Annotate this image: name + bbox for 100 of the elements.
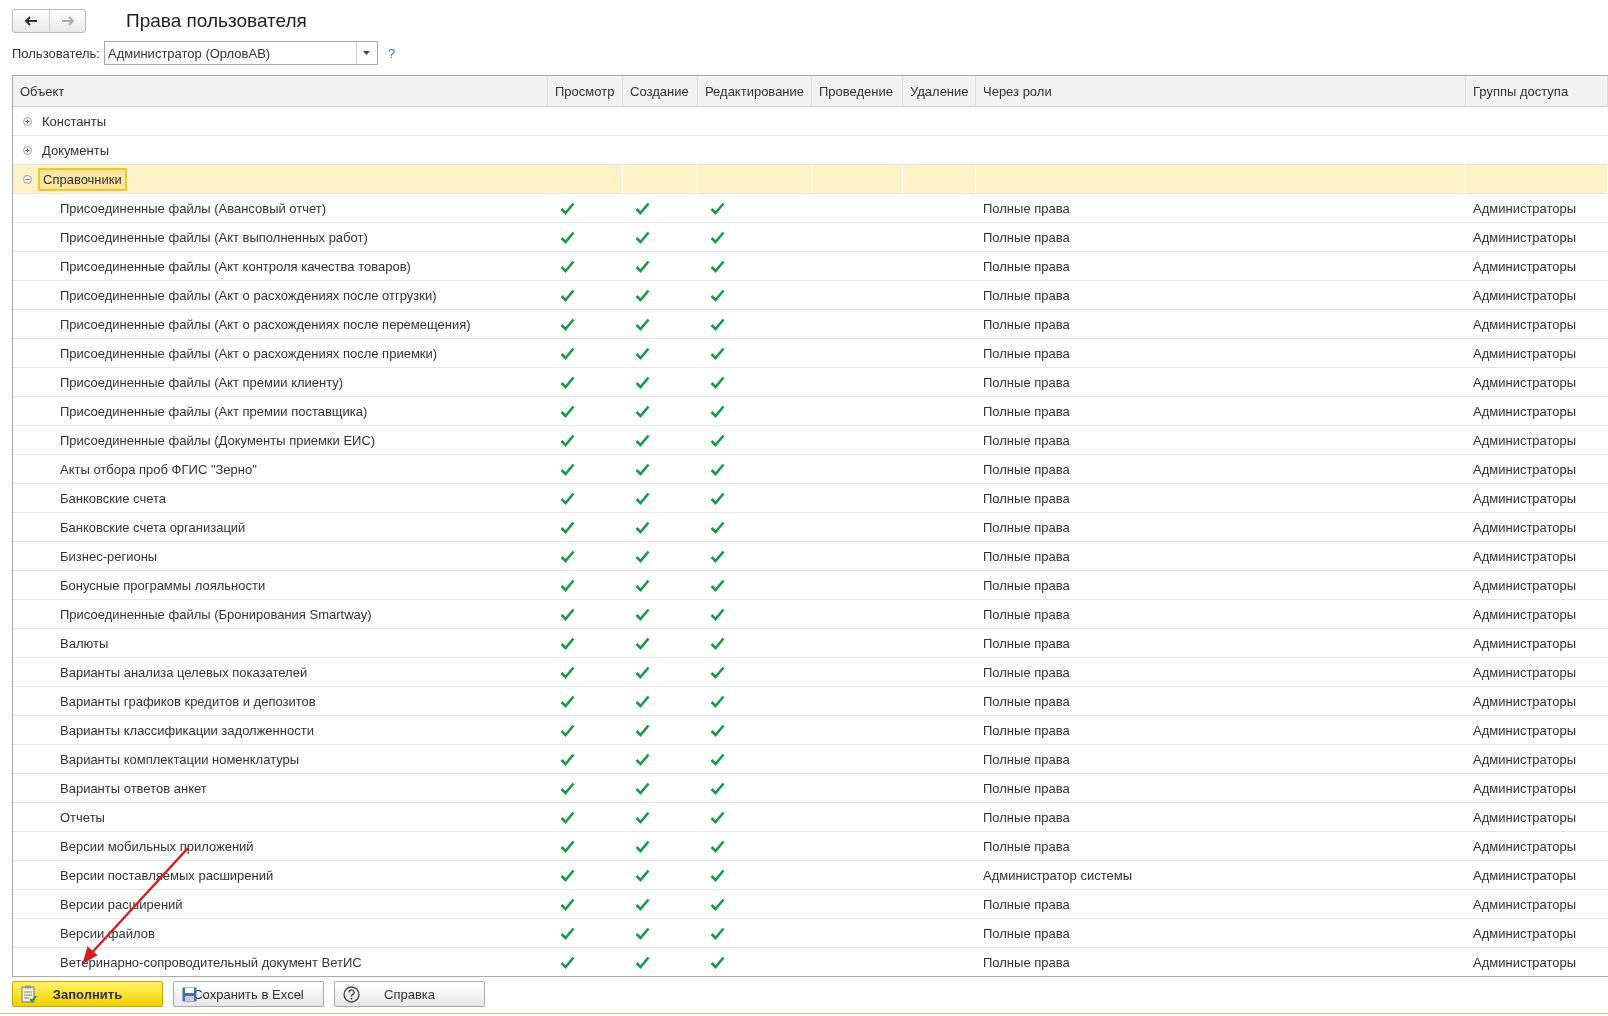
check-icon xyxy=(635,607,650,621)
check-icon xyxy=(710,723,725,737)
object-cell-text: Присоединенные файлы (Акт контроля качества товаров) xyxy=(59,257,412,276)
check-icon xyxy=(710,868,725,882)
check-icon xyxy=(560,839,575,853)
check-icon xyxy=(560,926,575,940)
roles-cell-text: Полные права xyxy=(982,547,1071,566)
check-icon xyxy=(635,868,650,882)
access-group-cell-text: Администраторы xyxy=(1472,460,1578,479)
check-icon xyxy=(710,636,725,650)
column-header[interactable]: Через роли xyxy=(976,76,1466,106)
access-group-cell-text: Администраторы xyxy=(1472,344,1578,363)
check-icon xyxy=(560,549,575,563)
help-link[interactable]: ? xyxy=(388,45,396,61)
check-icon xyxy=(635,781,650,795)
check-icon xyxy=(710,781,725,795)
object-cell-text: Валюты xyxy=(59,634,110,653)
check-icon xyxy=(635,694,650,708)
access-group-cell-text: Администраторы xyxy=(1472,924,1578,943)
access-group-cell-text: Администраторы xyxy=(1472,373,1578,392)
check-icon xyxy=(710,520,725,534)
check-icon xyxy=(560,636,575,650)
check-icon xyxy=(560,288,575,302)
access-group-cell-text: Администраторы xyxy=(1472,895,1578,914)
check-icon xyxy=(710,230,725,244)
check-icon xyxy=(635,346,650,360)
check-icon xyxy=(635,665,650,679)
column-header[interactable]: Просмотр xyxy=(548,76,623,106)
object-cell-text: Присоединенные файлы (Бронирования Smartway) xyxy=(59,605,373,624)
check-icon xyxy=(635,462,650,476)
tree-group[interactable]: Справочники xyxy=(38,167,127,191)
roles-cell-text: Полные права xyxy=(982,750,1071,769)
tree-group[interactable]: Документы xyxy=(38,139,113,161)
roles-cell-text: Полные права xyxy=(982,431,1071,450)
check-icon xyxy=(710,955,725,969)
column-header[interactable]: Создание xyxy=(623,76,698,106)
roles-cell-text: Полные права xyxy=(982,315,1071,334)
check-icon xyxy=(635,810,650,824)
clipboard-icon xyxy=(21,985,37,1003)
column-header[interactable]: Группы доступа xyxy=(1466,76,1608,106)
check-icon xyxy=(560,752,575,766)
object-cell-text: Присоединенные файлы (Акт о расхождениях после перемещения) xyxy=(59,315,472,334)
check-icon xyxy=(710,839,725,853)
collapse-icon[interactable] xyxy=(23,174,32,184)
check-icon xyxy=(635,752,650,766)
check-icon xyxy=(710,317,725,331)
roles-cell-text: Полные права xyxy=(982,460,1071,479)
check-icon xyxy=(710,897,725,911)
roles-cell-text: Полные права xyxy=(982,605,1071,624)
check-icon xyxy=(560,897,575,911)
access-group-cell-text: Администраторы xyxy=(1472,547,1578,566)
check-icon xyxy=(635,317,650,331)
help-button[interactable]: Справка xyxy=(334,981,485,1007)
object-cell-text: Банковские счета xyxy=(59,489,168,508)
fill-button[interactable]: Заполнить xyxy=(12,981,163,1007)
check-icon xyxy=(560,230,575,244)
access-group-cell-text: Администраторы xyxy=(1472,663,1578,682)
roles-cell-text: Полные права xyxy=(982,402,1071,421)
save-icon xyxy=(182,986,197,1002)
object-cell-text: Варианты анализа целевых показателей xyxy=(59,663,309,682)
check-icon xyxy=(635,491,650,505)
column-header[interactable]: Редактирование xyxy=(698,76,812,106)
dropdown-icon[interactable] xyxy=(363,51,371,55)
access-group-cell-text: Администраторы xyxy=(1472,402,1578,421)
object-cell-text: Акты отбора проб ФГИС "Зерно" xyxy=(59,460,258,479)
access-group-cell-text: Администраторы xyxy=(1472,605,1578,624)
column-header[interactable]: Объект xyxy=(13,76,548,106)
access-group-cell-text: Администраторы xyxy=(1472,721,1578,740)
object-cell-text: Присоединенные файлы (Акт премии поставщика) xyxy=(59,402,369,421)
check-icon xyxy=(635,578,650,592)
check-icon xyxy=(560,868,575,882)
object-cell-text: Присоединенные файлы (Акт выполненных работ) xyxy=(59,228,369,247)
check-icon xyxy=(710,694,725,708)
check-icon xyxy=(710,201,725,215)
check-icon xyxy=(560,259,575,273)
roles-cell-text: Полные права xyxy=(982,721,1071,740)
check-icon xyxy=(710,404,725,418)
user-field[interactable]: Администратор (ОрловАВ) xyxy=(104,41,378,65)
roles-cell-text: Полные права xyxy=(982,286,1071,305)
check-icon xyxy=(710,665,725,679)
tree-group[interactable]: Константы xyxy=(38,110,110,132)
column-header[interactable]: Проведение xyxy=(812,76,903,106)
roles-cell-text: Полные права xyxy=(982,576,1071,595)
check-icon xyxy=(560,491,575,505)
check-icon xyxy=(635,288,650,302)
expand-icon[interactable] xyxy=(23,145,32,155)
access-group-cell-text: Администраторы xyxy=(1472,576,1578,595)
check-icon xyxy=(560,665,575,679)
roles-cell-text: Полные права xyxy=(982,257,1071,276)
roles-cell-text: Полные права xyxy=(982,663,1071,682)
access-group-cell-text: Администраторы xyxy=(1472,489,1578,508)
check-icon xyxy=(560,375,575,389)
roles-cell-text: Полные права xyxy=(982,692,1071,711)
column-header[interactable]: Удаление xyxy=(903,76,976,106)
check-icon xyxy=(710,288,725,302)
check-icon xyxy=(710,752,725,766)
roles-cell-text: Полные права xyxy=(982,924,1071,943)
check-icon xyxy=(560,578,575,592)
object-cell-text: Варианты классификации задолженности xyxy=(59,721,315,740)
expand-icon[interactable] xyxy=(23,116,32,126)
